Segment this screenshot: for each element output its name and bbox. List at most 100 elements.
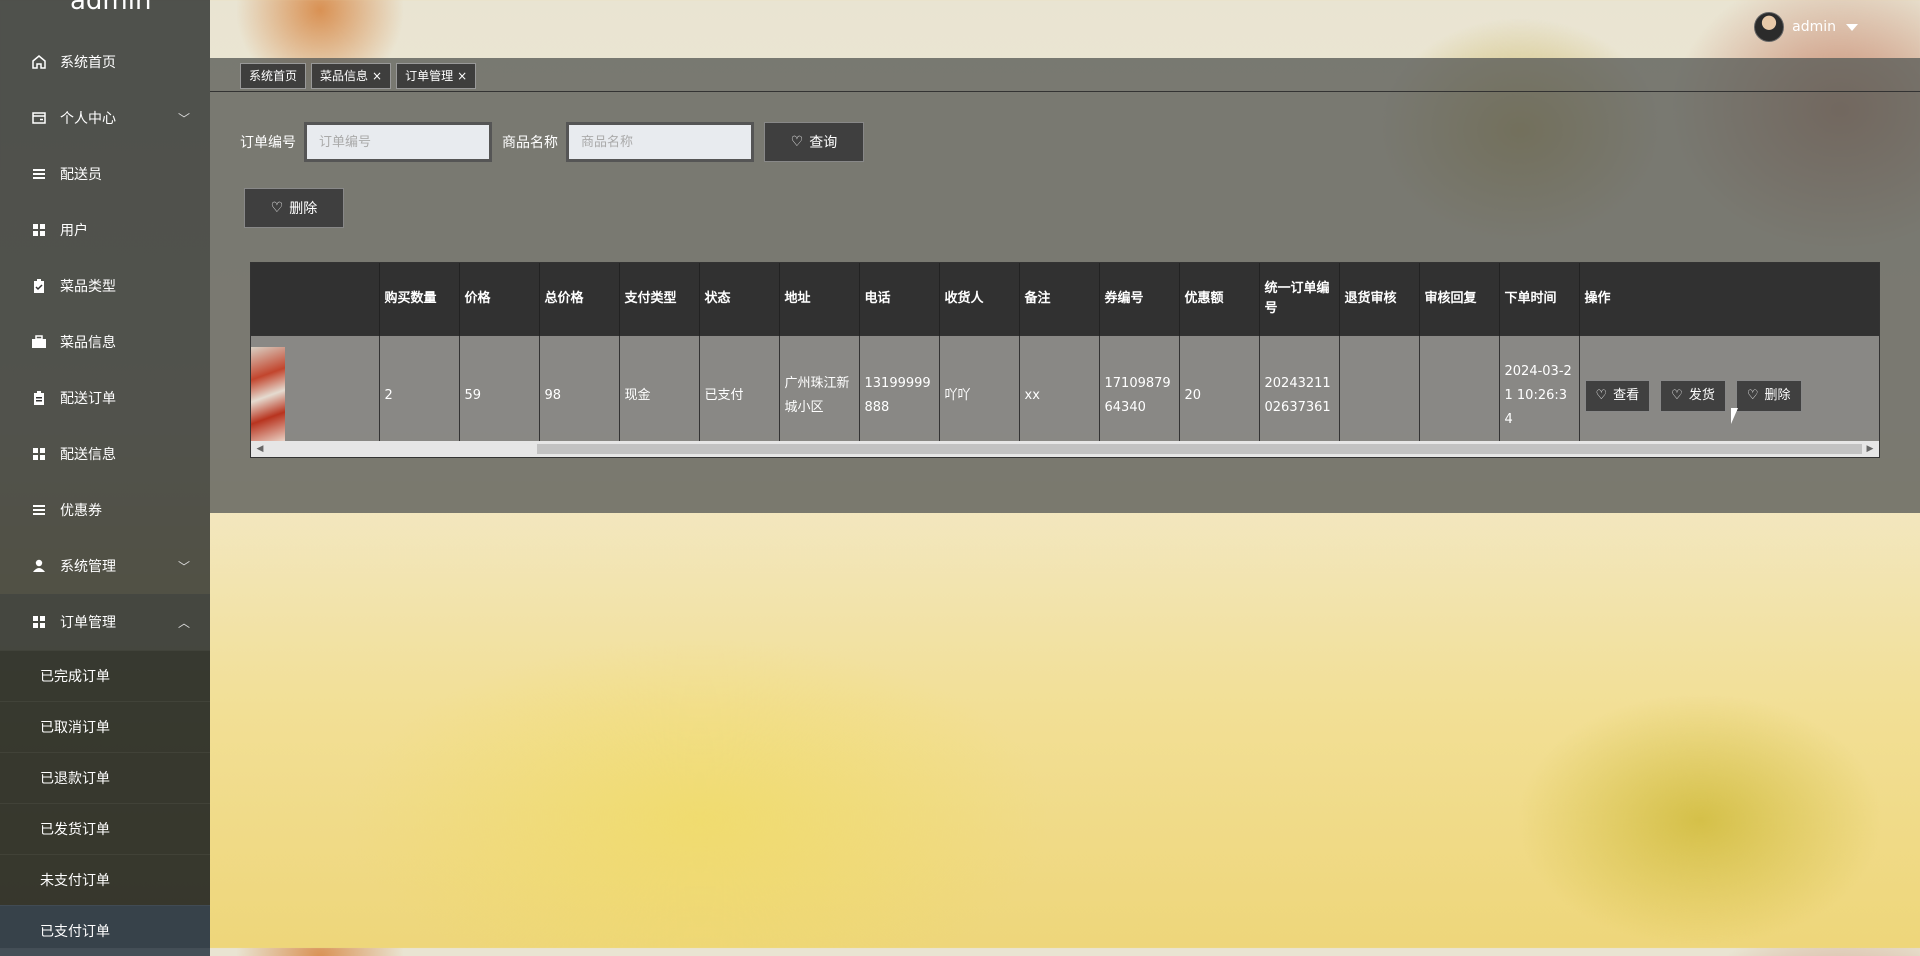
table-cell: 2024321102637361 [1259, 335, 1340, 456]
sidebar-item-order-management[interactable]: 订单管理 ︿ [0, 594, 210, 650]
delete-button[interactable]: ♡ 删除 [244, 188, 344, 228]
submenu-item-completed-orders[interactable]: 已完成订单 [0, 650, 210, 701]
column-header: 优惠额 [1179, 263, 1260, 336]
sidebar-item-dish-info[interactable]: 菜品信息 [0, 314, 210, 370]
briefcase-icon [30, 333, 48, 351]
order-no-label: 订单编号 [240, 135, 296, 151]
sidebar-item-label: 优惠券 [60, 503, 102, 519]
grid-icon [30, 613, 48, 631]
heart-icon: ♡ [1746, 388, 1759, 403]
table-header-row: 购买数量 价格 总价格 支付类型 状态 地址 电话 收货人 备注 券编号 优惠额… [251, 263, 1879, 336]
submenu-item-shipped-orders[interactable]: 已发货订单 [0, 803, 210, 854]
orders-table: 购买数量 价格 总价格 支付类型 状态 地址 电话 收货人 备注 券编号 优惠额… [250, 262, 1880, 458]
row-actions: ♡ 查看 ♡ 发货 ♡ 删除 [1584, 380, 1874, 412]
column-header: 状态 [699, 263, 780, 336]
view-button[interactable]: ♡ 查看 [1584, 380, 1651, 412]
view-button-label: 查看 [1613, 388, 1640, 403]
ship-button-label: 发货 [1688, 388, 1715, 403]
grid-icon [30, 445, 48, 463]
row-delete-button[interactable]: ♡ 删除 [1735, 380, 1802, 412]
column-header: 下单时间 [1499, 263, 1580, 336]
tab-label: 菜品信息 [320, 69, 369, 83]
heart-icon: ♡ [1595, 388, 1608, 403]
tab-order-management[interactable]: 订单管理 × [396, 63, 477, 89]
column-header [251, 263, 380, 336]
table-cell: 59 [459, 335, 540, 456]
submenu-item-cancelled-orders[interactable]: 已取消订单 [0, 701, 210, 752]
sidebar-item-home[interactable]: 系统首页 [0, 34, 210, 90]
sidebar-item-label: 菜品类型 [60, 279, 116, 295]
sidebar-item-label: 个人中心 [60, 111, 116, 127]
sidebar-item-delivery-orders[interactable]: 配送订单 [0, 370, 210, 426]
column-header: 退货审核 [1339, 263, 1420, 336]
scrollbar-thumb[interactable] [537, 444, 1862, 454]
sidebar-item-dish-types[interactable]: 菜品类型 [0, 258, 210, 314]
caret-down-icon [1846, 23, 1858, 31]
table-cell: xx [1019, 335, 1100, 456]
close-icon[interactable]: × [372, 69, 382, 83]
sidebar-item-delivery-info[interactable]: 配送信息 [0, 426, 210, 482]
heart-icon: ♡ [790, 134, 804, 150]
chevron-down-icon: ﹀ [177, 560, 190, 574]
sidebar-item-users[interactable]: 用户 [0, 202, 210, 258]
list-icon [30, 501, 48, 519]
tab-home[interactable]: 系统首页 [240, 63, 307, 89]
sidebar-item-label: 配送订单 [60, 391, 116, 407]
grid-icon [30, 221, 48, 239]
sidebar-item-delivery-staff[interactable]: 配送员 [0, 146, 210, 202]
sidebar-item-label: 系统首页 [60, 55, 116, 71]
column-header: 备注 [1019, 263, 1100, 336]
row-delete-button-label: 删除 [1764, 388, 1791, 403]
column-header: 价格 [459, 263, 540, 336]
product-name-input[interactable] [566, 122, 754, 162]
chevron-down-icon: ﹀ [177, 112, 190, 126]
horizontal-scrollbar[interactable]: ◀ ▶ [251, 441, 1879, 457]
product-image-cell [251, 335, 380, 456]
query-button-label: 查询 [809, 135, 838, 151]
chevron-up-icon: ︿ [177, 616, 190, 630]
sidebar-item-label: 菜品信息 [60, 335, 116, 351]
table-cell: 1710987964340 [1099, 335, 1180, 456]
submenu-item-unpaid-orders[interactable]: 未支付订单 [0, 854, 210, 905]
scroll-left-icon[interactable]: ◀ [253, 441, 267, 457]
sidebar-item-label: 用户 [60, 223, 88, 239]
column-header: 支付类型 [619, 263, 700, 336]
table-cell: 13199999888 [859, 335, 940, 456]
actions-cell: ♡ 查看 ♡ 发货 ♡ 删除 [1579, 335, 1879, 456]
sidebar-item-personal-center[interactable]: 个人中心 ﹀ [0, 90, 210, 146]
sidebar-item-label: 订单管理 [60, 615, 116, 631]
submenu-item-refunded-orders[interactable]: 已退款订单 [0, 752, 210, 803]
column-header: 地址 [779, 263, 860, 336]
list-icon [30, 165, 48, 183]
sidebar-item-system-management[interactable]: 系统管理 ﹀ [0, 538, 210, 594]
sidebar-item-label: 配送员 [60, 167, 102, 183]
mouse-cursor-icon [1731, 408, 1738, 424]
column-header: 操作 [1579, 263, 1879, 336]
table-cell: 吖吖 [939, 335, 1020, 456]
search-bar: 订单编号 商品名称 ♡ 查询 [240, 122, 864, 162]
sidebar-item-coupons[interactable]: 优惠券 [0, 482, 210, 538]
query-button[interactable]: ♡ 查询 [764, 122, 864, 162]
table-cell: 2 [379, 335, 460, 456]
column-header: 购买数量 [379, 263, 460, 336]
submenu-item-paid-orders[interactable]: 已支付订单 [0, 905, 210, 956]
close-icon[interactable]: × [457, 69, 467, 83]
sidebar-item-label: 系统管理 [60, 559, 116, 575]
main-panel: 系统首页 菜品信息× 订单管理× 订单编号 商品名称 ♡ 查询 ♡ 删除 [210, 58, 1920, 513]
tab-bar: 系统首页 菜品信息 × 订单管理 × [240, 63, 477, 89]
ship-button[interactable]: ♡ 发货 [1660, 380, 1726, 412]
wallet-icon [30, 109, 48, 127]
column-header: 券编号 [1099, 263, 1180, 336]
dish-thumbnail [251, 347, 285, 445]
scroll-right-icon[interactable]: ▶ [1863, 441, 1877, 457]
order-no-input[interactable] [304, 122, 492, 162]
tab-label: 订单管理 [405, 69, 454, 83]
user-menu[interactable]: admin [1754, 12, 1858, 42]
table-cell: 现金 [619, 335, 700, 456]
app-logo: admin [70, 0, 152, 16]
username: admin [1792, 19, 1836, 35]
delete-button-label: 删除 [289, 201, 318, 217]
avatar [1754, 12, 1785, 42]
tab-dish-info[interactable]: 菜品信息 × [311, 63, 392, 89]
column-header: 收货人 [939, 263, 1020, 336]
